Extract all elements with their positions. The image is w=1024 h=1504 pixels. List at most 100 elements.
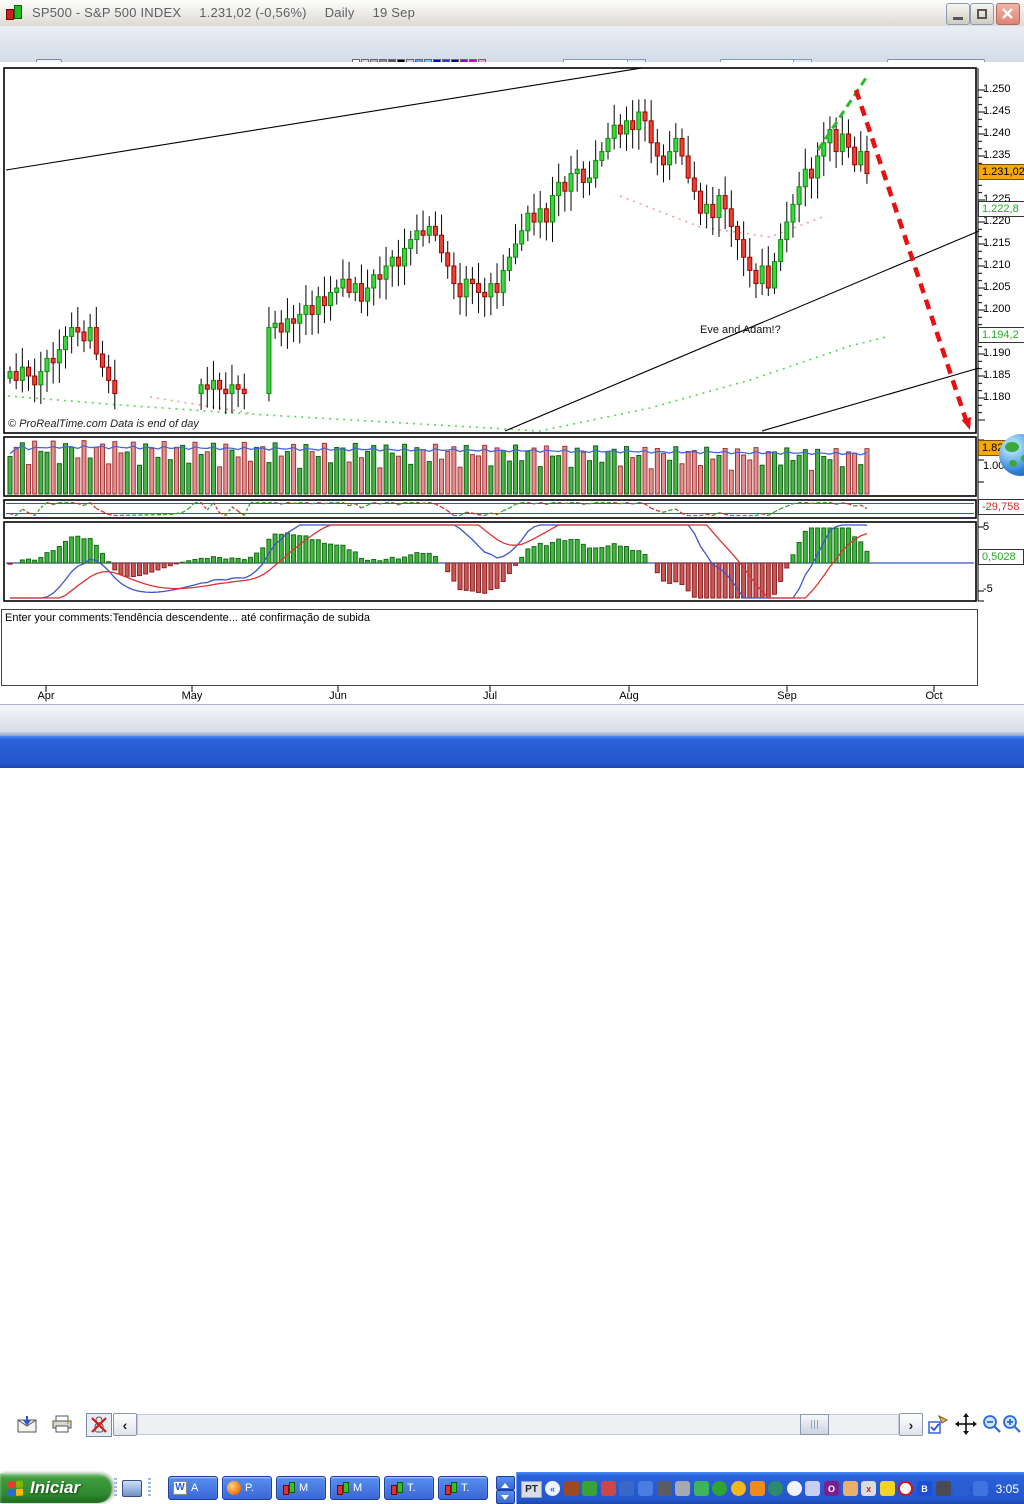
symbol-title: SP500 - S&P 500 INDEX (32, 5, 181, 20)
word-icon: W (173, 1481, 187, 1495)
taskbar-button[interactable]: M (276, 1476, 326, 1500)
mail-tray-icon[interactable] (805, 1481, 820, 1496)
scrollbar-track[interactable] (137, 1414, 899, 1435)
update-icon[interactable] (694, 1481, 709, 1496)
shared-folder-icon[interactable] (973, 1481, 988, 1496)
chart-icon (281, 1481, 295, 1495)
start-button-label: Iniciar (30, 1478, 80, 1498)
taskbar-button-label: M (299, 1482, 308, 1494)
user-online-icon[interactable] (582, 1481, 597, 1496)
quote-value: 1.231,02 (-0,56%) (199, 5, 306, 20)
scroll-right-button[interactable]: › (899, 1413, 923, 1436)
price-axis-label: 1.215 (983, 237, 1011, 249)
chart-note: Eve and Adam!? (700, 324, 781, 336)
messenger-icon[interactable] (731, 1481, 746, 1496)
network-icon[interactable] (638, 1481, 653, 1496)
export-mail-icon[interactable] (16, 1413, 40, 1435)
chart-icon (389, 1481, 403, 1495)
month-label: Aug (619, 690, 639, 702)
chart-icon (443, 1481, 457, 1495)
java-icon[interactable] (564, 1481, 579, 1496)
msn-icon[interactable] (880, 1481, 895, 1496)
shredder-icon[interactable] (657, 1481, 672, 1496)
volume-icon[interactable] (675, 1481, 690, 1496)
price-axis-label: 1.180 (983, 391, 1011, 403)
month-label: May (182, 690, 203, 702)
hand-pointer-icon[interactable] (843, 1481, 858, 1496)
remote-desktop-icon[interactable] (954, 1481, 969, 1496)
red-ring-icon[interactable] (898, 1481, 913, 1496)
wifi-off-icon[interactable]: x (861, 1481, 876, 1496)
price-axis-label: 1.240 (983, 127, 1011, 139)
window-title: SP500 - S&P 500 INDEX 1.231,02 (-0,56%) Da… (32, 5, 433, 20)
price-axis-label: 1.205 (983, 281, 1011, 293)
taskbar-button[interactable]: WA (168, 1476, 218, 1500)
pointer-mode-icon[interactable] (926, 1413, 950, 1435)
clock-tray-icon[interactable] (712, 1481, 727, 1496)
prorealtime-window: SP500 - S&P 500 INDEX 1.231,02 (-0,56%) Da… (0, 0, 1024, 768)
taskbar-button-label: T. (407, 1482, 416, 1494)
comments-box[interactable]: Enter your comments:Tendência descendent… (1, 609, 978, 686)
taskbar-scroll-down[interactable] (496, 1490, 515, 1504)
zoom-in-icon[interactable] (1002, 1413, 1022, 1435)
globe-tray-icon[interactable] (768, 1481, 783, 1496)
start-button[interactable]: Iniciar (0, 1473, 112, 1503)
language-indicator[interactable]: PT (521, 1481, 542, 1498)
month-label: Jun (329, 690, 347, 702)
taskbar-button-label: M (353, 1482, 362, 1494)
close-button[interactable] (996, 3, 1020, 25)
chart-region: 1.2501.2451.2401.2351.2251.2201.2151.210… (0, 62, 1024, 704)
pan-move-icon[interactable] (954, 1413, 978, 1435)
scroll-left-button[interactable]: ‹ (113, 1413, 137, 1436)
bluetooth-icon[interactable]: B (917, 1481, 932, 1496)
quicklaunch-app-icon[interactable] (122, 1480, 142, 1497)
taskbar-button[interactable]: M (330, 1476, 380, 1500)
timeframe-label: Daily (325, 5, 355, 20)
restore-button[interactable] (970, 3, 994, 25)
user-offline-icon[interactable] (601, 1481, 616, 1496)
price-axis-label: 1.210 (983, 259, 1011, 271)
system-tray: PT «OxB 3:05 (516, 1472, 1024, 1504)
month-label: Sep (777, 690, 797, 702)
taskbar-button[interactable]: T. (384, 1476, 434, 1500)
taskbar-button-label: P. (245, 1482, 254, 1494)
taskbar-button[interactable]: T. (438, 1476, 488, 1500)
hide-icons-chevron-icon[interactable]: « (545, 1481, 560, 1496)
price-axis-label: 1.200 (983, 303, 1011, 315)
taskbar-button[interactable]: P. (222, 1476, 272, 1500)
chart-nav-toolbar: ‹ › (0, 704, 1024, 733)
price-axis-label: 1.190 (983, 347, 1011, 359)
macd-axis-top: 5 (983, 521, 989, 533)
opera-icon[interactable]: O (824, 1481, 839, 1496)
scrollbar-thumb[interactable] (800, 1414, 829, 1435)
drawing-toolbar: abc 30 Years Daily Add Indicator (0, 26, 1024, 63)
date-label: 19 Sep (373, 5, 415, 20)
month-label: Jul (483, 690, 497, 702)
media-device-icon[interactable] (750, 1481, 765, 1496)
oscillator-badge: -29,758 (978, 499, 1024, 515)
price-axis-label: 1.235 (983, 149, 1011, 161)
zoom-out-icon[interactable] (982, 1413, 1002, 1435)
windows-logo-icon (8, 1480, 24, 1496)
price-axis-label: 1.185 (983, 369, 1011, 381)
taskbar-button-label: T. (461, 1482, 470, 1494)
camera-icon[interactable] (936, 1481, 951, 1496)
candlestick-icon (6, 5, 24, 21)
chart-icon (335, 1481, 349, 1495)
quicklaunch-handle[interactable] (114, 1478, 117, 1498)
indicator-price-badge-lower: 1.194,2 (978, 327, 1024, 343)
taskbar: Iniciar WAP.MMT.T. PT «OxB 3:05 (0, 736, 1024, 768)
taskbar-scroll-up[interactable] (496, 1476, 515, 1490)
quicklaunch-handle[interactable] (148, 1478, 151, 1498)
print-icon[interactable] (50, 1413, 74, 1435)
last-price-badge: 1.231,02 (978, 164, 1024, 180)
macd-value-badge: 0,5028 (978, 549, 1024, 565)
minimize-button[interactable] (946, 3, 970, 25)
taskbar-button-label: A (191, 1482, 198, 1494)
disconnect-user-icon[interactable] (86, 1413, 112, 1437)
comments-text: Enter your comments:Tendência descendent… (5, 612, 977, 624)
firefox-icon (227, 1481, 241, 1495)
chat-bubble-icon[interactable] (787, 1481, 802, 1496)
monitor-alert-icon[interactable] (619, 1481, 634, 1496)
chart-canvas[interactable] (0, 62, 1024, 704)
